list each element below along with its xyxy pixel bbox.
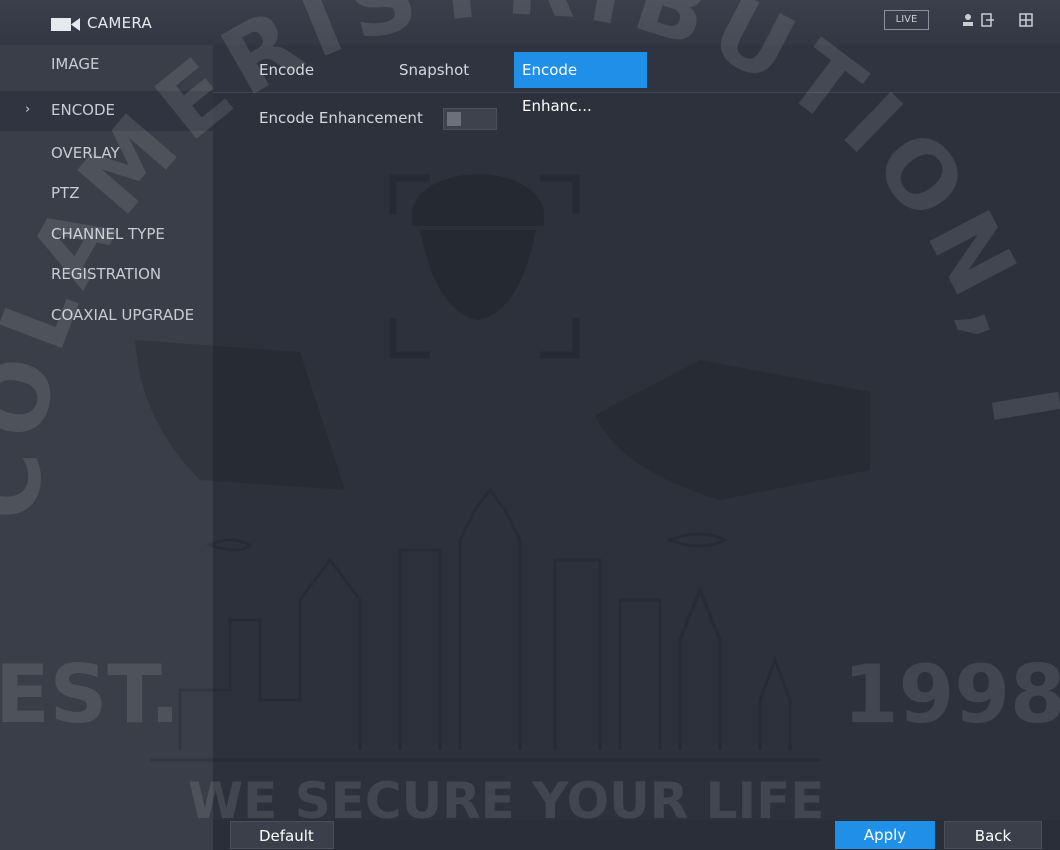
encode-enhancement-label: Encode Enhancement	[259, 109, 423, 127]
main-panel: Encode Snapshot Encode Enhanc... Encode …	[213, 45, 1060, 820]
sidebar-item-label: ENCODE	[51, 101, 116, 119]
sidebar-item-image[interactable]: IMAGE	[0, 45, 213, 83]
sidebar-item-label: PTZ	[51, 184, 80, 202]
sidebar-item-label: REGISTRATION	[51, 265, 162, 283]
sidebar-item-label: OVERLAY	[51, 144, 120, 162]
footer-bar: Default Apply Back	[213, 820, 1060, 850]
default-button[interactable]: Default	[230, 821, 334, 849]
toggle-knob	[447, 112, 461, 126]
chevron-right-icon: ›	[25, 102, 31, 117]
sidebar: IMAGE › ENCODE OVERLAY PTZ CHANNEL TYPE …	[0, 45, 213, 850]
shortcut-icon[interactable]	[980, 12, 996, 28]
sidebar-item-channel-type[interactable]: CHANNEL TYPE	[0, 215, 213, 253]
tab-encode-enhancement[interactable]: Encode Enhanc...	[514, 52, 647, 115]
back-button[interactable]: Back	[944, 821, 1042, 849]
tab-snapshot[interactable]: Snapshot	[399, 52, 469, 88]
user-icon[interactable]	[960, 12, 976, 28]
live-button[interactable]: LIVE	[884, 10, 929, 30]
window-icon[interactable]	[1018, 12, 1034, 28]
app-title: CAMERA	[87, 14, 153, 32]
sidebar-item-label: COAXIAL UPGRADE	[51, 306, 195, 324]
encode-enhancement-toggle[interactable]	[443, 108, 497, 130]
top-bar: CAMERA LIVE	[0, 0, 1060, 45]
camera-icon	[51, 18, 80, 31]
sidebar-item-registration[interactable]: REGISTRATION	[0, 255, 213, 293]
sidebar-item-ptz[interactable]: PTZ	[0, 174, 213, 212]
tab-encode[interactable]: Encode	[259, 52, 314, 88]
tab-bar: Encode Snapshot Encode Enhanc...	[213, 45, 1060, 115]
sidebar-item-label: CHANNEL TYPE	[51, 225, 165, 243]
apply-button[interactable]: Apply	[835, 821, 935, 849]
sidebar-item-overlay[interactable]: OVERLAY	[0, 134, 213, 172]
sidebar-item-encode[interactable]: › ENCODE	[0, 91, 213, 131]
sidebar-item-coaxial-upgrade[interactable]: COAXIAL UPGRADE	[0, 296, 213, 334]
sidebar-item-label: IMAGE	[51, 55, 100, 73]
